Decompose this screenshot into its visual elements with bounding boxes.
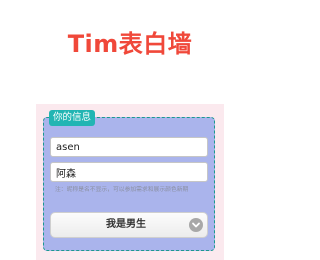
page-title: Tim表白墙	[67, 30, 193, 58]
info-panel-legend: 你的信息	[49, 110, 96, 126]
target-name-input[interactable]	[50, 162, 208, 182]
chevron-down-icon	[189, 218, 203, 232]
hint-text: 注：昵称是名不显示，可以参加需求和展示颜色新期	[55, 187, 189, 193]
gender-select-value: 我是男生	[106, 219, 146, 230]
gender-select[interactable]: 我是男生	[50, 212, 208, 238]
name-input[interactable]	[50, 137, 208, 157]
